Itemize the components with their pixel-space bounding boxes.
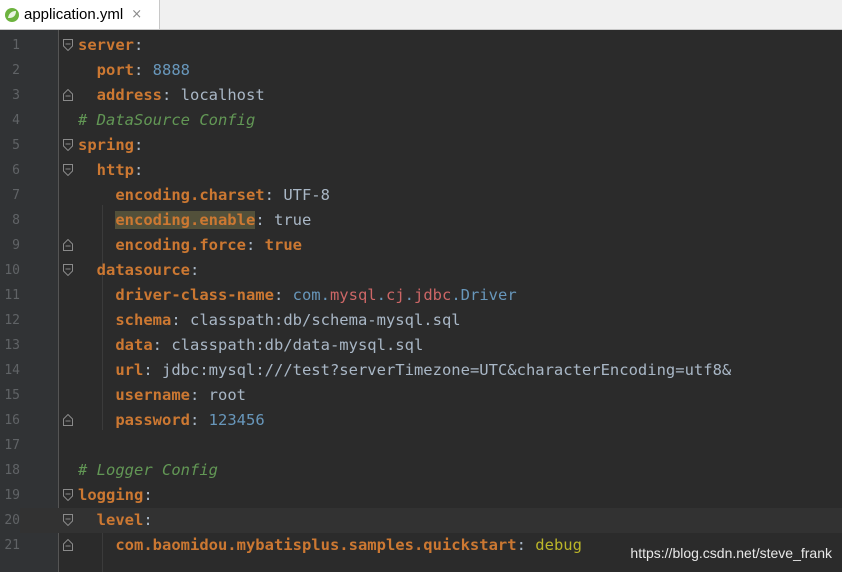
code-comment: # Logger Config bbox=[78, 461, 218, 479]
code-line: 17 bbox=[0, 433, 842, 458]
code-comment: # DataSource Config bbox=[78, 111, 256, 129]
code-line: 9 encoding.force: true bbox=[0, 233, 842, 258]
line-number: 20 bbox=[0, 508, 20, 533]
highlighted-key: encoding.enable bbox=[115, 211, 256, 229]
line-number: 14 bbox=[4, 363, 20, 378]
tab-application-yml[interactable]: application.yml × bbox=[0, 0, 160, 29]
code-text: password: 123456 bbox=[115, 411, 265, 429]
code-line: 18 # Logger Config bbox=[0, 458, 842, 483]
fold-collapse-icon[interactable] bbox=[63, 139, 73, 151]
line-number: 9 bbox=[12, 238, 20, 253]
code-text: data: classpath:db/data-mysql.sql bbox=[115, 336, 424, 354]
current-code-line: 20 level: bbox=[0, 508, 842, 533]
fold-end-icon[interactable] bbox=[63, 414, 73, 426]
code-line: 11 driver-class-name: com.mysql.cj.jdbc.… bbox=[0, 283, 842, 308]
line-number: 17 bbox=[4, 438, 20, 453]
line-number: 5 bbox=[12, 138, 20, 153]
line-number: 2 bbox=[12, 63, 20, 78]
line-number: 13 bbox=[4, 338, 20, 353]
line-number: 1 bbox=[12, 38, 20, 53]
line-number: 10 bbox=[4, 263, 20, 278]
code-text: encoding.force: true bbox=[115, 236, 302, 254]
watermark: https://blog.csdn.net/steve_frank bbox=[630, 545, 832, 561]
code-text: url: jdbc:mysql:///test?serverTimezone=U… bbox=[115, 361, 732, 379]
code-text: address: localhost bbox=[96, 86, 265, 104]
line-number: 3 bbox=[12, 88, 20, 103]
code-text: port: 8888 bbox=[96, 61, 190, 79]
code-line: 8 encoding.enable: true bbox=[0, 208, 842, 233]
code-text: spring: bbox=[78, 136, 144, 154]
code-text: schema: classpath:db/schema-mysql.sql bbox=[115, 311, 461, 329]
line-number: 7 bbox=[12, 188, 20, 203]
line-number: 12 bbox=[4, 313, 20, 328]
code-text: datasource: bbox=[96, 261, 200, 279]
code-text: driver-class-name: com.mysql.cj.jdbc.Dri… bbox=[115, 286, 517, 304]
code-text: http: bbox=[96, 161, 144, 179]
code-text: logging: bbox=[78, 486, 153, 504]
code-line: 6 http: bbox=[0, 158, 842, 183]
fold-collapse-icon[interactable] bbox=[63, 164, 73, 176]
fold-collapse-icon[interactable] bbox=[63, 514, 73, 526]
code-line: 7 encoding.charset: UTF-8 bbox=[0, 183, 842, 208]
code-text: level: bbox=[96, 511, 153, 529]
code-line: 4 # DataSource Config bbox=[0, 108, 842, 133]
line-number: 18 bbox=[4, 463, 20, 478]
fold-end-icon[interactable] bbox=[63, 239, 73, 251]
code-line: 10 datasource: bbox=[0, 258, 842, 283]
code-line: 3 address: localhost bbox=[0, 83, 842, 108]
tab-label: application.yml bbox=[24, 6, 124, 23]
code-line: 5 spring: bbox=[0, 133, 842, 158]
line-number: 8 bbox=[12, 213, 20, 228]
fold-end-icon[interactable] bbox=[63, 539, 73, 551]
code-line: 1 server: bbox=[0, 33, 842, 58]
fold-collapse-icon[interactable] bbox=[63, 264, 73, 276]
code-line: 13 data: classpath:db/data-mysql.sql bbox=[0, 333, 842, 358]
editor-tab-bar: application.yml × bbox=[0, 0, 842, 30]
fold-collapse-icon[interactable] bbox=[63, 39, 73, 51]
line-number: 11 bbox=[4, 288, 20, 303]
code-line: 2 port: 8888 bbox=[0, 58, 842, 83]
line-number: 4 bbox=[12, 113, 20, 128]
fold-collapse-icon[interactable] bbox=[63, 489, 73, 501]
code-line: 15 username: root bbox=[0, 383, 842, 408]
code-editor[interactable]: 1 server: 2 port: 8888 3 address: localh… bbox=[0, 30, 842, 572]
fold-end-icon[interactable] bbox=[63, 89, 73, 101]
close-icon[interactable]: × bbox=[131, 7, 142, 22]
code-text: com.baomidou.mybatisplus.samples.quickst… bbox=[115, 536, 582, 554]
code-line: 19 logging: bbox=[0, 483, 842, 508]
code-line: 12 schema: classpath:db/schema-mysql.sql bbox=[0, 308, 842, 333]
line-number: 15 bbox=[4, 388, 20, 403]
code-text: username: root bbox=[115, 386, 246, 404]
line-number: 16 bbox=[4, 413, 20, 428]
code-text: server: bbox=[78, 36, 144, 54]
code-text: encoding.enable: true bbox=[115, 211, 312, 229]
code-line: 16 password: 123456 bbox=[0, 408, 842, 433]
line-number: 19 bbox=[4, 488, 20, 503]
code-line: 14 url: jdbc:mysql:///test?serverTimezon… bbox=[0, 358, 842, 383]
code-text: encoding.charset: UTF-8 bbox=[115, 186, 330, 204]
line-number: 6 bbox=[12, 163, 20, 178]
line-number: 21 bbox=[4, 538, 20, 553]
spring-leaf-icon bbox=[5, 7, 19, 22]
